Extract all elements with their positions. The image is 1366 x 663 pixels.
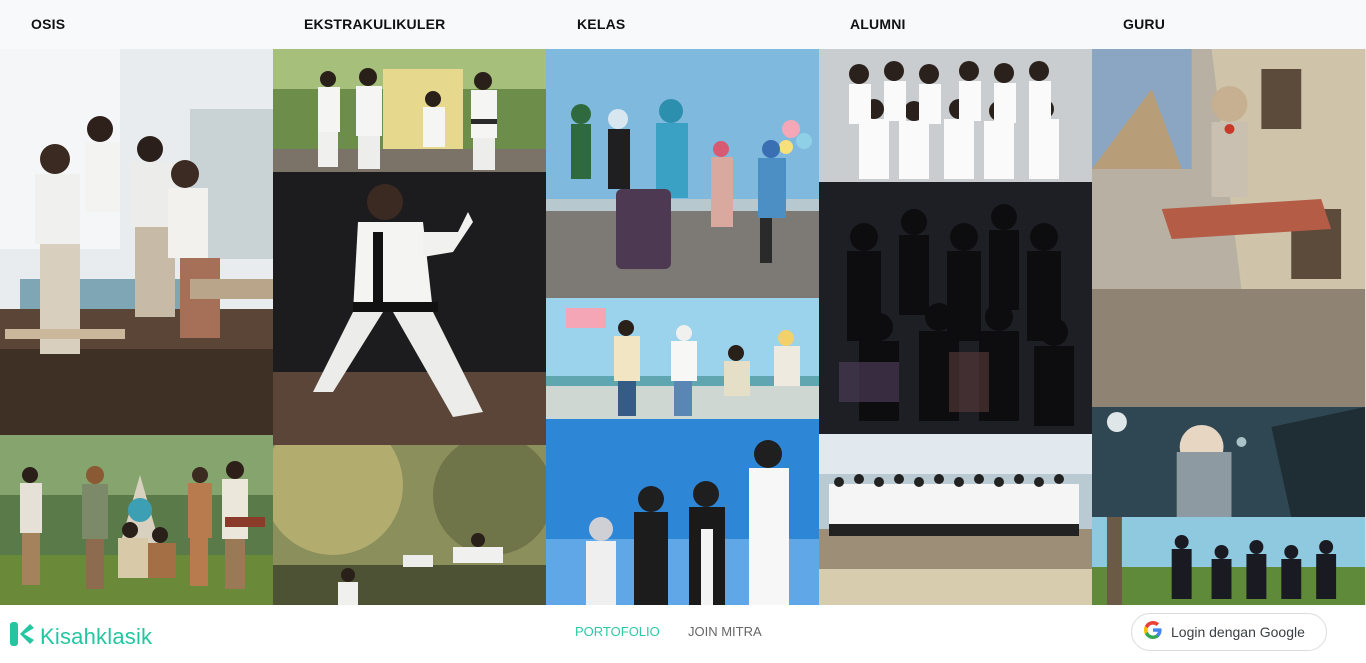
nav-portofolio[interactable]: PORTOFOLIO xyxy=(575,624,660,639)
photo-alumni-outdoor-crowd[interactable] xyxy=(819,434,1092,569)
photo-ekskul-silat-outdoor[interactable] xyxy=(273,445,546,605)
gallery-column-guru xyxy=(1092,49,1365,605)
photo-kelas-travel[interactable] xyxy=(546,49,819,298)
photo-guru-flying-carpet[interactable] xyxy=(1092,49,1365,407)
photo-guru-moon-fantasy[interactable] xyxy=(1092,407,1365,517)
photo-alumni-partial[interactable] xyxy=(819,569,1092,605)
photo-gallery xyxy=(0,49,1366,605)
k-logo-icon xyxy=(10,622,34,651)
nav-join-mitra[interactable]: JOIN MITRA xyxy=(688,624,762,639)
photo-kelas-beach[interactable] xyxy=(546,298,819,419)
photo-guru-suits[interactable] xyxy=(1092,517,1365,605)
google-login-button[interactable]: Login dengan Google xyxy=(1131,613,1327,651)
photo-kelas-sky[interactable] xyxy=(546,419,819,605)
gallery-column-kelas xyxy=(546,49,819,605)
category-header-bar: OSIS EKSTRAKULIKULER KELAS ALUMNI GURU xyxy=(0,0,1366,49)
login-label: Login dengan Google xyxy=(1171,624,1305,640)
brand-logo[interactable]: Kisahklasik xyxy=(10,622,152,651)
photo-alumni-studio-white[interactable] xyxy=(819,49,1092,182)
gallery-column-alumni xyxy=(819,49,1092,605)
photo-ekskul-taekwondo[interactable] xyxy=(273,172,546,445)
category-osis[interactable]: OSIS xyxy=(31,16,65,32)
gallery-column-ekstrakulikuler xyxy=(273,49,546,605)
photo-osis-forest-band[interactable] xyxy=(0,435,273,605)
photo-alumni-studio-black[interactable] xyxy=(819,182,1092,434)
footer-bar: Kisahklasik PORTOFOLIO JOIN MITRA Login … xyxy=(0,605,1366,663)
brand-name: Kisahklasik xyxy=(40,623,153,649)
category-ekstrakulikuler[interactable]: EKSTRAKULIKULER xyxy=(304,16,445,32)
category-kelas[interactable]: KELAS xyxy=(577,16,625,32)
gallery-column-osis xyxy=(0,49,273,605)
photo-ekskul-karate-group[interactable] xyxy=(273,49,546,172)
photo-osis-cafe-group[interactable] xyxy=(0,49,273,435)
category-alumni[interactable]: ALUMNI xyxy=(850,16,906,32)
category-guru[interactable]: GURU xyxy=(1123,16,1165,32)
google-icon xyxy=(1144,620,1162,644)
